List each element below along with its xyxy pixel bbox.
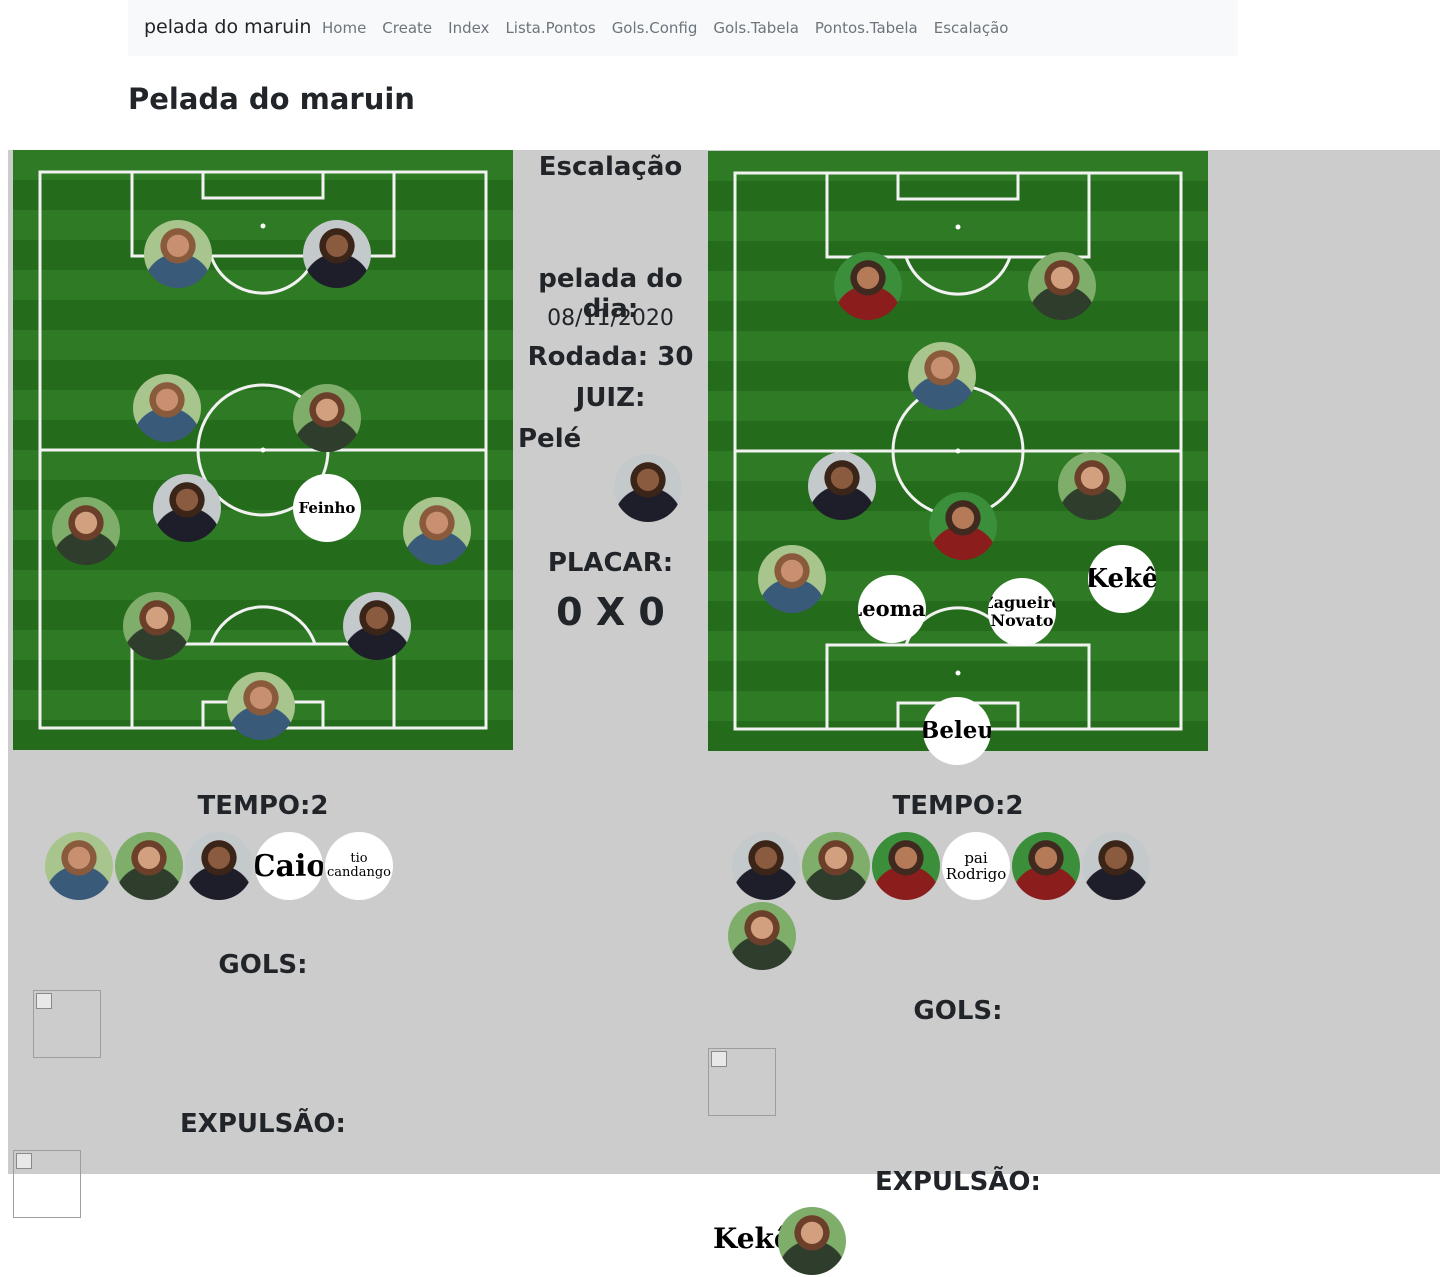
player-name-zagueiro-novato[interactable]: Zagueiro Novato bbox=[988, 578, 1056, 646]
player-avatar[interactable] bbox=[1028, 252, 1096, 320]
nav-link-lista-pontos[interactable]: Lista.Pontos bbox=[505, 19, 595, 37]
bench-player-avatar[interactable] bbox=[872, 832, 940, 900]
broken-image-icon bbox=[13, 1150, 81, 1218]
player-avatar[interactable] bbox=[908, 342, 976, 410]
expelled-player-avatar[interactable] bbox=[778, 1207, 846, 1275]
player-avatar[interactable] bbox=[144, 220, 212, 288]
nav-link-index[interactable]: Index bbox=[448, 19, 489, 37]
right-tempo-label: TEMPO:2 bbox=[892, 791, 1024, 821]
nav-link-gols-config[interactable]: Gols.Config bbox=[612, 19, 698, 37]
broken-image-icon bbox=[33, 990, 101, 1058]
round-label: Rodada: 30 bbox=[527, 342, 694, 372]
player-avatar[interactable] bbox=[123, 592, 191, 660]
left-expulsion-label: EXPULSÃO: bbox=[180, 1109, 346, 1139]
player-avatar[interactable] bbox=[808, 452, 876, 520]
referee-name: Pelé bbox=[518, 424, 582, 454]
player-avatar[interactable] bbox=[1058, 452, 1126, 520]
nav-link-create[interactable]: Create bbox=[382, 19, 432, 37]
right-goals-label: GOLS: bbox=[913, 996, 1003, 1026]
right-expulsion-label: EXPULSÃO: bbox=[875, 1167, 1041, 1197]
left-goals-label: GOLS: bbox=[218, 950, 308, 980]
left-team-pitch bbox=[13, 150, 513, 750]
bench-player-avatar[interactable] bbox=[732, 832, 800, 900]
referee-label: JUIZ: bbox=[575, 383, 646, 413]
bench-player-caio[interactable]: Caio bbox=[255, 832, 323, 900]
nav-link-gols-tabela[interactable]: Gols.Tabela bbox=[713, 19, 799, 37]
player-avatar[interactable] bbox=[929, 492, 997, 560]
navbar-brand[interactable]: pelada do maruin bbox=[144, 16, 311, 38]
bench-player-avatar[interactable] bbox=[115, 832, 183, 900]
nav-link-pontos-tabela[interactable]: Pontos.Tabela bbox=[815, 19, 918, 37]
pitch-lines bbox=[38, 170, 488, 730]
left-tempo-label: TEMPO:2 bbox=[197, 791, 329, 821]
player-name-keke[interactable]: Kekê bbox=[1088, 545, 1156, 613]
bench-player-avatar[interactable] bbox=[802, 832, 870, 900]
player-avatar[interactable] bbox=[343, 592, 411, 660]
top-navbar: pelada do maruin Home Create Index Lista… bbox=[128, 0, 1238, 56]
nav-link-escalacao[interactable]: Escalação bbox=[934, 19, 1009, 37]
bench-player-avatar[interactable] bbox=[185, 832, 253, 900]
player-avatar[interactable] bbox=[403, 497, 471, 565]
player-avatar[interactable] bbox=[303, 220, 371, 288]
bench-player-avatar[interactable] bbox=[1012, 832, 1080, 900]
bench-player-tio-candango[interactable]: tio candango bbox=[325, 832, 393, 900]
nav-links: Home Create Index Lista.Pontos Gols.Conf… bbox=[322, 19, 1024, 37]
score-label: PLACAR: bbox=[547, 548, 674, 578]
player-avatar[interactable] bbox=[293, 384, 361, 452]
bench-player-pai-rodrigo[interactable]: pai Rodrigo bbox=[942, 832, 1010, 900]
lineup-title: Escalação bbox=[538, 152, 683, 182]
player-avatar[interactable] bbox=[133, 374, 201, 442]
player-name-beleu[interactable]: Beleu bbox=[923, 697, 991, 765]
match-date: 08/11/2020 bbox=[547, 306, 674, 331]
bench-player-avatar[interactable] bbox=[728, 902, 796, 970]
page-title: Pelada do maruin bbox=[128, 82, 415, 116]
goalkeeper-avatar[interactable] bbox=[227, 672, 295, 740]
player-avatar[interactable] bbox=[834, 252, 902, 320]
bench-player-avatar[interactable] bbox=[1082, 832, 1150, 900]
player-name-leomar[interactable]: Leomar bbox=[858, 575, 926, 643]
referee-avatar bbox=[614, 454, 682, 522]
player-avatar[interactable] bbox=[52, 497, 120, 565]
player-name-feinho[interactable]: Feinho bbox=[293, 474, 361, 542]
player-avatar[interactable] bbox=[758, 545, 826, 613]
score-value: 0 X 0 bbox=[556, 590, 665, 634]
pitch-lines bbox=[733, 171, 1183, 731]
player-avatar[interactable] bbox=[153, 474, 221, 542]
nav-link-home[interactable]: Home bbox=[322, 19, 366, 37]
right-team-pitch bbox=[708, 151, 1208, 751]
bench-player-avatar[interactable] bbox=[45, 832, 113, 900]
broken-image-icon bbox=[708, 1048, 776, 1116]
